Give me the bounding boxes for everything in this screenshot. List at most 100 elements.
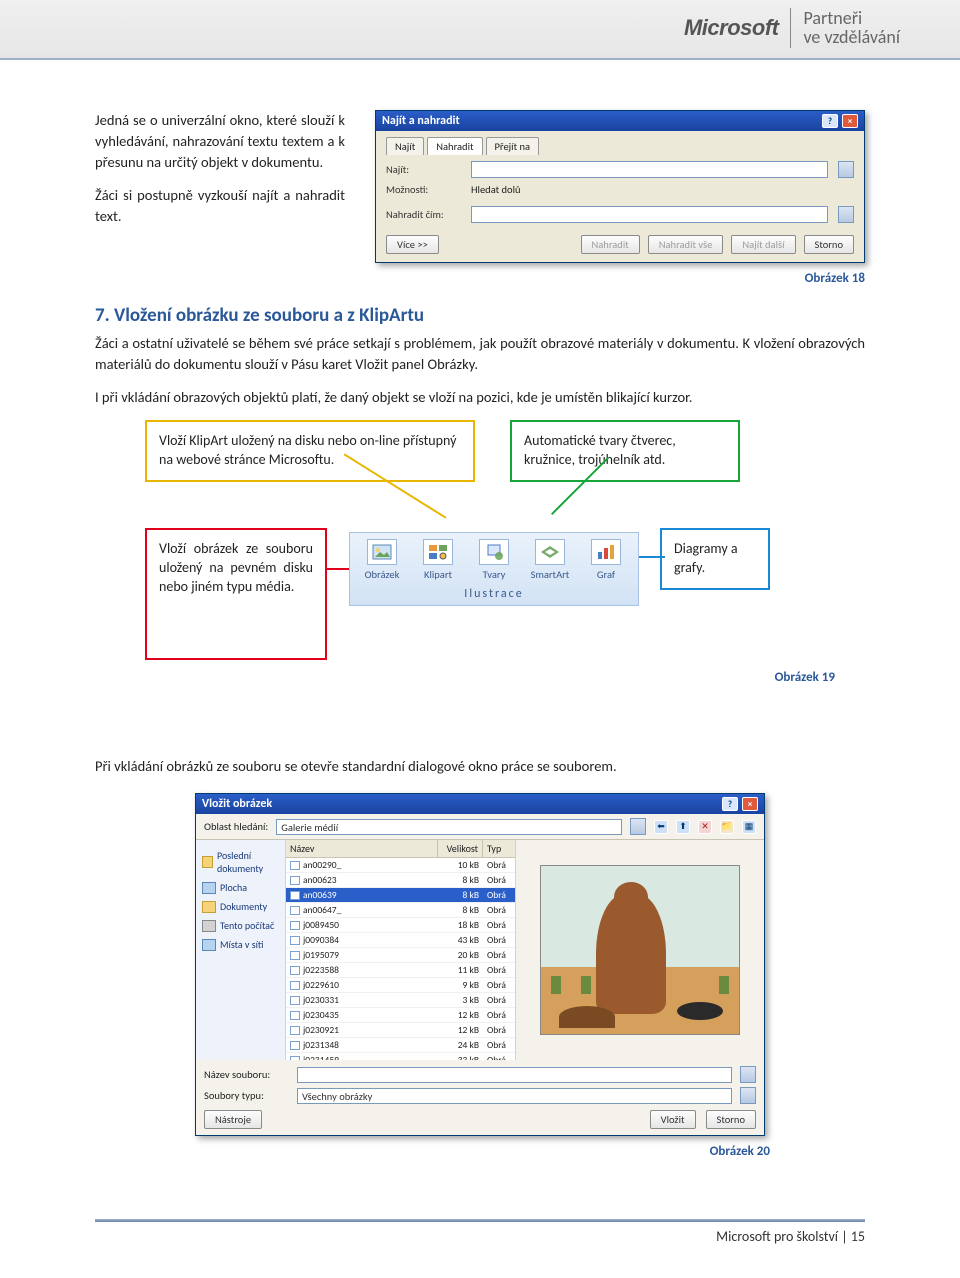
callout-chart: Diagramy a grafy.: [660, 528, 770, 590]
up-icon[interactable]: ⬆: [676, 820, 690, 834]
places-network[interactable]: Místa v síti: [200, 935, 281, 954]
section-heading: 7. Vložení obrázku ze souboru a z KlipAr…: [95, 304, 865, 327]
back-icon[interactable]: ⬅: [654, 820, 668, 834]
filetype-label: Soubory typu:: [204, 1089, 289, 1102]
find-label: Najít:: [386, 163, 461, 176]
callout-shapes: Automatické tvary čtverec, kružnice, tro…: [510, 420, 740, 482]
file-row[interactable]: an00647_8 kBObrá: [286, 903, 515, 918]
lookin-combo[interactable]: Galerie médií: [276, 819, 622, 835]
replace-dropdown-icon[interactable]: [838, 206, 854, 223]
tab-goto[interactable]: Přejít na: [486, 137, 540, 155]
filetype-combo[interactable]: Všechny obrázky: [297, 1088, 732, 1104]
file-row[interactable]: an006398 kBObrá: [286, 888, 515, 903]
find-next-button[interactable]: Najít další: [731, 235, 795, 254]
file-row[interactable]: j009038443 kBObrá: [286, 933, 515, 948]
file-row[interactable]: j02303313 kBObrá: [286, 993, 515, 1008]
file-icon: [290, 921, 300, 930]
clipart-icon: [423, 539, 453, 565]
places-recent[interactable]: Poslední dokumenty: [200, 846, 281, 878]
preview-pane: [516, 840, 764, 1060]
file-list[interactable]: Název Velikost Typ an00290_10 kBObráan00…: [286, 840, 516, 1060]
delete-icon[interactable]: ✕: [698, 820, 712, 834]
ribbon-picture-label: Obrázek: [365, 568, 400, 581]
file-icon: [290, 936, 300, 945]
lookin-label: Oblast hledání:: [204, 820, 268, 833]
dialog2-title: Vložit obrázek: [202, 797, 272, 811]
ribbon-group-label: Ilustrace: [358, 587, 630, 601]
cancel-button-2[interactable]: Storno: [706, 1110, 757, 1129]
file-icon: [290, 1026, 300, 1035]
help-icon[interactable]: ?: [722, 797, 738, 811]
section-paragraph-2: I při vkládání obrazových objektů platí,…: [95, 387, 865, 408]
microsoft-logo: Microsoft: [684, 15, 779, 41]
figure-caption-20: Obrázek 20: [95, 1144, 770, 1159]
page-footer: Microsoft pro školství | 15: [0, 1228, 960, 1265]
after-illus-paragraph: Při vkládání obrázků ze souboru se otevř…: [95, 756, 865, 777]
places-computer[interactable]: Tento počítač: [200, 916, 281, 935]
network-icon: [202, 939, 216, 951]
callout-picture: Vloží obrázek ze souboru uložený na pevn…: [145, 528, 327, 660]
intro-paragraph-2: Žáci si postupně vyzkouší najít a nahrad…: [95, 185, 345, 227]
figure-caption-19: Obrázek 19: [775, 670, 835, 685]
more-button[interactable]: Více >>: [386, 235, 439, 254]
file-row[interactable]: j023145933 kBObrá: [286, 1053, 515, 1060]
file-row[interactable]: j008945018 kBObrá: [286, 918, 515, 933]
places-documents[interactable]: Dokumenty: [200, 897, 281, 916]
close-icon[interactable]: ×: [842, 114, 858, 128]
options-value: Hledat dolů: [471, 183, 521, 196]
close-icon[interactable]: ×: [742, 797, 758, 811]
ribbon-picture-button[interactable]: Obrázek: [358, 539, 406, 581]
figure-caption-18: Obrázek 18: [375, 271, 865, 286]
ribbon-chart-button[interactable]: Graf: [582, 539, 630, 581]
replace-input[interactable]: [471, 206, 828, 223]
file-icon: [290, 951, 300, 960]
section-paragraph-1: Žáci a ostatní uživatelé se během své pr…: [95, 333, 865, 375]
find-dropdown-icon[interactable]: [838, 161, 854, 178]
ribbon-chart-label: Graf: [597, 568, 615, 581]
file-row[interactable]: j019507920 kBObrá: [286, 948, 515, 963]
desktop-icon: [202, 882, 216, 894]
preview-image: [540, 865, 740, 1035]
col-name[interactable]: Název: [286, 840, 438, 857]
help-icon[interactable]: ?: [822, 114, 838, 128]
chart-icon: [591, 539, 621, 565]
filename-dropdown-icon[interactable]: [740, 1066, 756, 1083]
file-icon: [290, 906, 300, 915]
newfolder-icon[interactable]: 📁: [720, 820, 734, 834]
lookin-dropdown-icon[interactable]: [630, 818, 646, 835]
ribbon-clipart-label: Klipart: [424, 568, 452, 581]
file-row[interactable]: an00290_10 kBObrá: [286, 858, 515, 873]
file-row[interactable]: j022358811 kBObrá: [286, 963, 515, 978]
tab-replace[interactable]: Nahradit: [427, 137, 482, 155]
file-row[interactable]: j023134824 kBObrá: [286, 1038, 515, 1053]
tools-button[interactable]: Nástroje: [204, 1110, 262, 1129]
file-row[interactable]: an006238 kBObrá: [286, 873, 515, 888]
file-row[interactable]: j023043512 kBObrá: [286, 1008, 515, 1023]
col-size[interactable]: Velikost: [438, 840, 483, 857]
find-input[interactable]: [471, 161, 828, 178]
replace-all-button[interactable]: Nahradit vše: [648, 235, 724, 254]
footer-rule: [95, 1219, 865, 1222]
section-number: 7.: [95, 304, 110, 327]
ribbon-smartart-button[interactable]: SmartArt: [526, 539, 574, 581]
views-icon[interactable]: ▦: [742, 820, 756, 834]
filename-input[interactable]: [297, 1067, 732, 1083]
ribbon-clipart-button[interactable]: Klipart: [414, 539, 462, 581]
brand-sub-line2: ve vzdělávání: [803, 26, 900, 48]
cancel-button[interactable]: Storno: [804, 235, 855, 254]
ribbon-smartart-label: SmartArt: [531, 568, 570, 581]
ribbon-illustrations-group: Obrázek Klipart Tvary: [349, 532, 639, 606]
places-desktop[interactable]: Plocha: [200, 878, 281, 897]
ribbon-shapes-button[interactable]: Tvary: [470, 539, 518, 581]
insert-button[interactable]: Vložit: [650, 1110, 696, 1129]
filetype-dropdown-icon[interactable]: [740, 1087, 756, 1104]
intro-paragraph-1: Jedná se o univerzální okno, které slouž…: [95, 110, 345, 173]
tab-find[interactable]: Najít: [386, 137, 424, 155]
file-row[interactable]: j02296109 kBObrá: [286, 978, 515, 993]
file-icon: [290, 996, 300, 1005]
replace-button[interactable]: Nahradit: [581, 235, 640, 254]
file-icon: [290, 1056, 300, 1061]
section-title: Vložení obrázku ze souboru a z KlipArtu: [114, 304, 424, 327]
file-row[interactable]: j023092112 kBObrá: [286, 1023, 515, 1038]
col-type[interactable]: Typ: [483, 840, 515, 857]
